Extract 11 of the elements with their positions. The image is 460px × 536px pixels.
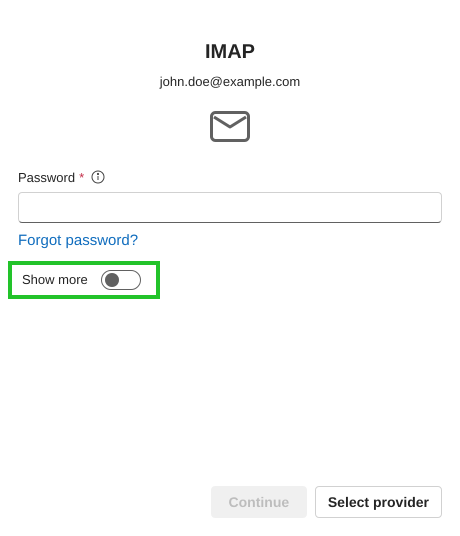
mail-icon <box>210 110 250 142</box>
dialog-title: IMAP <box>205 40 255 65</box>
info-icon[interactable] <box>91 170 106 184</box>
show-more-label: Show more <box>22 270 88 289</box>
password-label: Password <box>18 168 76 186</box>
required-mark: * <box>79 168 84 186</box>
forgot-password-link[interactable]: Forgot password? <box>18 230 138 252</box>
account-email: john.doe@example.com <box>160 73 300 91</box>
show-more-toggle[interactable] <box>100 270 141 290</box>
password-field[interactable] <box>18 192 442 223</box>
select-provider-button[interactable]: Select provider <box>314 486 442 518</box>
